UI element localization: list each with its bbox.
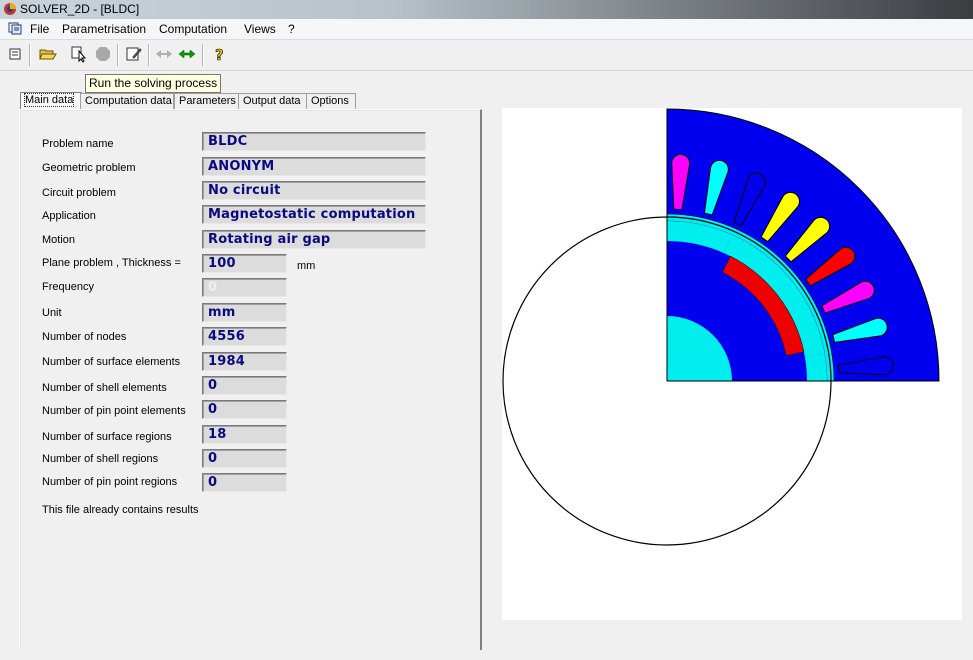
tab-output-data[interactable]: Output data xyxy=(238,93,307,110)
arrows-gray-icon xyxy=(156,50,172,58)
circuit-problem-label: Circuit problem xyxy=(42,187,116,199)
properties-icon xyxy=(9,48,21,60)
run-process-icon xyxy=(71,46,87,63)
tab-options[interactable]: Options xyxy=(306,93,356,110)
window-title: SOLVER_2D - [BLDC] xyxy=(20,2,140,16)
geometry-viewer[interactable] xyxy=(502,108,962,620)
swap-right-button[interactable] xyxy=(176,43,198,65)
tab-main-data[interactable]: Main data xyxy=(20,92,82,110)
tab-computation-data[interactable]: Computation data xyxy=(80,93,174,110)
circuit-problem-field[interactable]: No circuit xyxy=(202,181,426,200)
toolbar: ? xyxy=(0,40,973,71)
title-bar: SOLVER_2D - [BLDC] xyxy=(0,0,973,19)
pin-point-elements-label: Number of pin point elements xyxy=(42,405,186,417)
toolbar-separator xyxy=(117,44,119,66)
shell-regions-label: Number of shell regions xyxy=(42,453,159,465)
nodes-field[interactable]: 4556 xyxy=(202,327,287,346)
help-icon: ? xyxy=(215,46,224,63)
menu-parametrisation[interactable]: Parametrisation xyxy=(62,22,146,36)
motion-label: Motion xyxy=(42,234,76,246)
folder-open-icon xyxy=(39,49,57,60)
menu-bar: File Parametrisation Computation Views ? xyxy=(0,19,973,40)
edit-button[interactable] xyxy=(123,43,145,65)
arrows-green-icon xyxy=(178,49,196,59)
edit-icon xyxy=(126,47,142,61)
unit-field[interactable]: mm xyxy=(202,303,287,322)
open-button[interactable] xyxy=(37,43,59,65)
menu-views[interactable]: Views xyxy=(244,22,276,36)
surface-elements-field[interactable]: 1984 xyxy=(202,352,287,371)
menu-help[interactable]: ? xyxy=(288,22,295,36)
shell-elements-label: Number of shell elements xyxy=(42,382,167,394)
document-icon[interactable] xyxy=(8,22,22,35)
thickness-unit: mm xyxy=(297,260,316,272)
tab-parameters[interactable]: Parameters xyxy=(174,93,241,110)
help-button[interactable]: ? xyxy=(208,43,230,65)
stop-button[interactable] xyxy=(92,43,114,65)
surface-regions-label: Number of surface regions xyxy=(42,431,172,443)
menu-computation[interactable]: Computation xyxy=(159,22,227,36)
geometric-problem-field[interactable]: ANONYM xyxy=(202,157,426,176)
application-field[interactable]: Magnetostatic computation xyxy=(202,205,426,224)
toolbar-separator xyxy=(148,44,150,66)
pin-point-regions-label: Number of pin point regions xyxy=(42,476,178,488)
toolbar-separator xyxy=(202,44,204,66)
frequency-field: 0 xyxy=(202,278,287,297)
problem-name-label: Problem name xyxy=(42,138,114,150)
tooltip: Run the solving process xyxy=(85,74,222,93)
stop-icon xyxy=(96,47,110,61)
pin-point-regions-field[interactable]: 0 xyxy=(202,473,287,492)
toolbar-separator xyxy=(29,44,31,66)
pin-point-elements-field[interactable]: 0 xyxy=(202,400,287,419)
thickness-label: Plane problem , Thickness = xyxy=(42,257,181,269)
geometric-problem-label: Geometric problem xyxy=(42,162,136,174)
rotor-gap-fill xyxy=(804,353,827,381)
nodes-label: Number of nodes xyxy=(42,331,127,343)
surface-regions-field[interactable]: 18 xyxy=(202,425,287,444)
shell-elements-field[interactable]: 0 xyxy=(202,376,287,395)
motor-geometry-drawing xyxy=(502,108,940,546)
surface-elements-label: Number of surface elements xyxy=(42,356,181,368)
bottom-border xyxy=(0,650,973,660)
run-solving-button[interactable] xyxy=(68,43,90,65)
toolbar-props-button[interactable] xyxy=(4,43,26,65)
menu-file[interactable]: File xyxy=(30,22,49,36)
problem-name-field[interactable]: BLDC xyxy=(202,132,426,151)
thickness-field[interactable]: 100 xyxy=(202,254,287,273)
frequency-label: Frequency xyxy=(42,281,94,293)
shell-regions-field[interactable]: 0 xyxy=(202,449,287,468)
svg-text:?: ? xyxy=(215,46,224,63)
motion-field[interactable]: Rotating air gap xyxy=(202,230,426,249)
app-icon xyxy=(4,3,16,15)
results-info-text: This file already contains results xyxy=(42,504,199,516)
unit-label: Unit xyxy=(42,307,62,319)
swap-left-button[interactable] xyxy=(153,43,175,65)
application-label: Application xyxy=(42,210,96,222)
